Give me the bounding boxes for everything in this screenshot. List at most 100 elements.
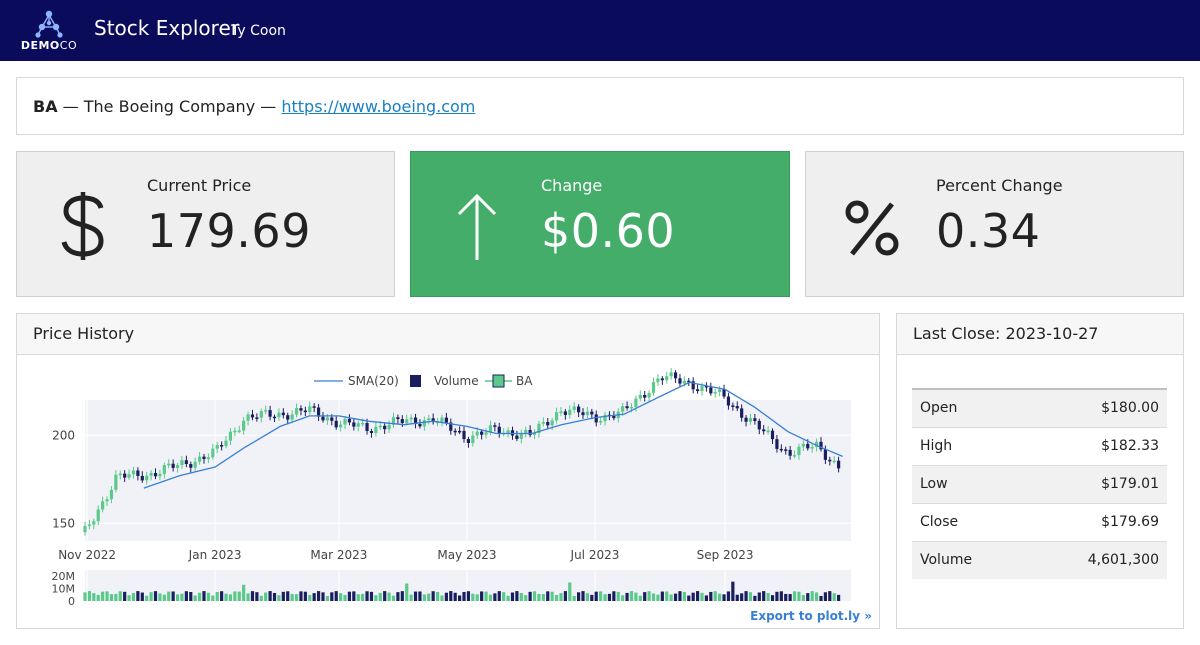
- y-tick-label: 150: [52, 516, 75, 530]
- kpi-value: $0.60: [541, 204, 676, 258]
- volume-bar: [422, 594, 426, 601]
- candle-body: [643, 394, 647, 398]
- candle-body: [651, 382, 656, 393]
- candle-body: [484, 432, 488, 435]
- price-history-card: Price History Nov 2022 Jan 2023 Mar 2023 Ma…: [16, 313, 880, 629]
- candle-body: [559, 411, 563, 413]
- candle-body: [101, 501, 105, 510]
- volume-bar: [480, 591, 484, 601]
- candle-body: [131, 470, 136, 475]
- volume-bar: [656, 594, 660, 601]
- candle-body: [762, 429, 766, 432]
- company-website-link[interactable]: https://www.boeing.com: [281, 97, 475, 116]
- volume-bar: [427, 593, 431, 601]
- volume-bar: [576, 592, 581, 601]
- x-tick-label: Jul 2023: [570, 548, 620, 562]
- candle-body: [400, 419, 404, 423]
- volume-bar: [832, 593, 836, 601]
- volume-bar: [96, 594, 100, 601]
- volume-bar: [678, 591, 682, 601]
- volume-bar: [255, 592, 259, 601]
- volume-bar: [695, 591, 700, 601]
- ohlc-row: High $182.33: [912, 426, 1167, 465]
- kpi-percent-change: Percent Change 0.34: [805, 151, 1184, 297]
- percent-icon: [845, 200, 899, 256]
- candle-body: [766, 430, 770, 433]
- candle-body: [656, 378, 660, 383]
- volume-bar: [823, 592, 827, 601]
- volume-bar: [316, 591, 321, 601]
- candle-body: [330, 417, 334, 421]
- candle-body: [356, 423, 360, 427]
- volume-bar: [259, 595, 263, 601]
- candle-body: [678, 378, 682, 384]
- candle-body: [440, 417, 444, 422]
- candle-body: [246, 414, 250, 421]
- ohlc-value: $179.01: [1023, 464, 1167, 503]
- candle-body: [233, 430, 237, 433]
- volume-bar: [766, 593, 770, 601]
- volume-bar: [629, 591, 634, 601]
- volume-bar: [488, 594, 493, 601]
- volume-bar: [625, 592, 629, 601]
- volume-bar: [647, 591, 651, 601]
- volume-bar: [92, 593, 96, 601]
- candle-body: [405, 419, 409, 423]
- ohlc-table: Open $180.00 High $182.33 Low $179.01 Close $17…: [912, 388, 1167, 579]
- volume-bar: [374, 595, 378, 601]
- user-name: Ty Coon: [231, 23, 286, 39]
- candle-body: [682, 380, 686, 384]
- volume-bar: [369, 591, 374, 601]
- volume-bar: [497, 591, 501, 601]
- volume-bar: [197, 592, 202, 601]
- volume-bar: [105, 591, 109, 601]
- kpi-label: Change: [541, 176, 603, 195]
- volume-bar: [347, 591, 352, 601]
- volume-bar: [814, 592, 819, 601]
- candle-body: [806, 443, 810, 449]
- candle-body: [162, 465, 166, 474]
- volume-bar: [396, 592, 400, 601]
- volume-bar: [599, 591, 603, 601]
- volume-bar: [740, 593, 744, 601]
- candle-body: [744, 417, 748, 422]
- dollar-icon: [61, 192, 104, 260]
- export-plotly-link[interactable]: Export to plot.ly »: [750, 609, 872, 623]
- candle-body: [308, 406, 312, 413]
- x-tick-label: May 2023: [437, 548, 496, 562]
- volume-bar: [828, 591, 832, 601]
- volume-bar: [391, 595, 396, 601]
- volume-bar: [211, 595, 215, 601]
- candle-body: [453, 430, 457, 433]
- candle-body: [83, 526, 87, 533]
- candle-body: [197, 456, 202, 462]
- brand-wordmark: DEMOCO: [20, 39, 78, 52]
- ohlc-value: $179.69: [1023, 502, 1167, 541]
- volume-bar: [167, 591, 171, 601]
- volume-bar: [585, 593, 590, 601]
- volume-bar: [453, 592, 457, 601]
- volume-bar: [383, 591, 387, 601]
- price-history-chart[interactable]: Nov 2022 Jan 2023 Mar 2023 May 2023 Jul 2023…: [17, 356, 879, 628]
- volume-bar: [299, 591, 303, 601]
- candle-body: [665, 376, 669, 381]
- brand-logo[interactable]: DEMOCO: [18, 9, 80, 55]
- candle-body: [286, 415, 290, 420]
- volume-bar: [202, 591, 206, 601]
- candle-body: [797, 446, 801, 456]
- candle-body: [695, 389, 700, 392]
- volume-bar: [797, 591, 801, 601]
- candle-body: [272, 416, 277, 419]
- volume-bar: [819, 595, 823, 601]
- volume-bar: [621, 595, 625, 601]
- candle-body: [427, 418, 431, 421]
- x-tick-label: Sep 2023: [697, 548, 754, 562]
- candle-body: [462, 430, 466, 440]
- candle-body: [541, 421, 545, 424]
- volume-bar: [616, 591, 620, 601]
- candle-body: [312, 406, 316, 408]
- candle-body: [466, 439, 471, 443]
- candle-body: [621, 406, 625, 412]
- candle-body: [709, 387, 713, 394]
- candle-body: [515, 435, 519, 439]
